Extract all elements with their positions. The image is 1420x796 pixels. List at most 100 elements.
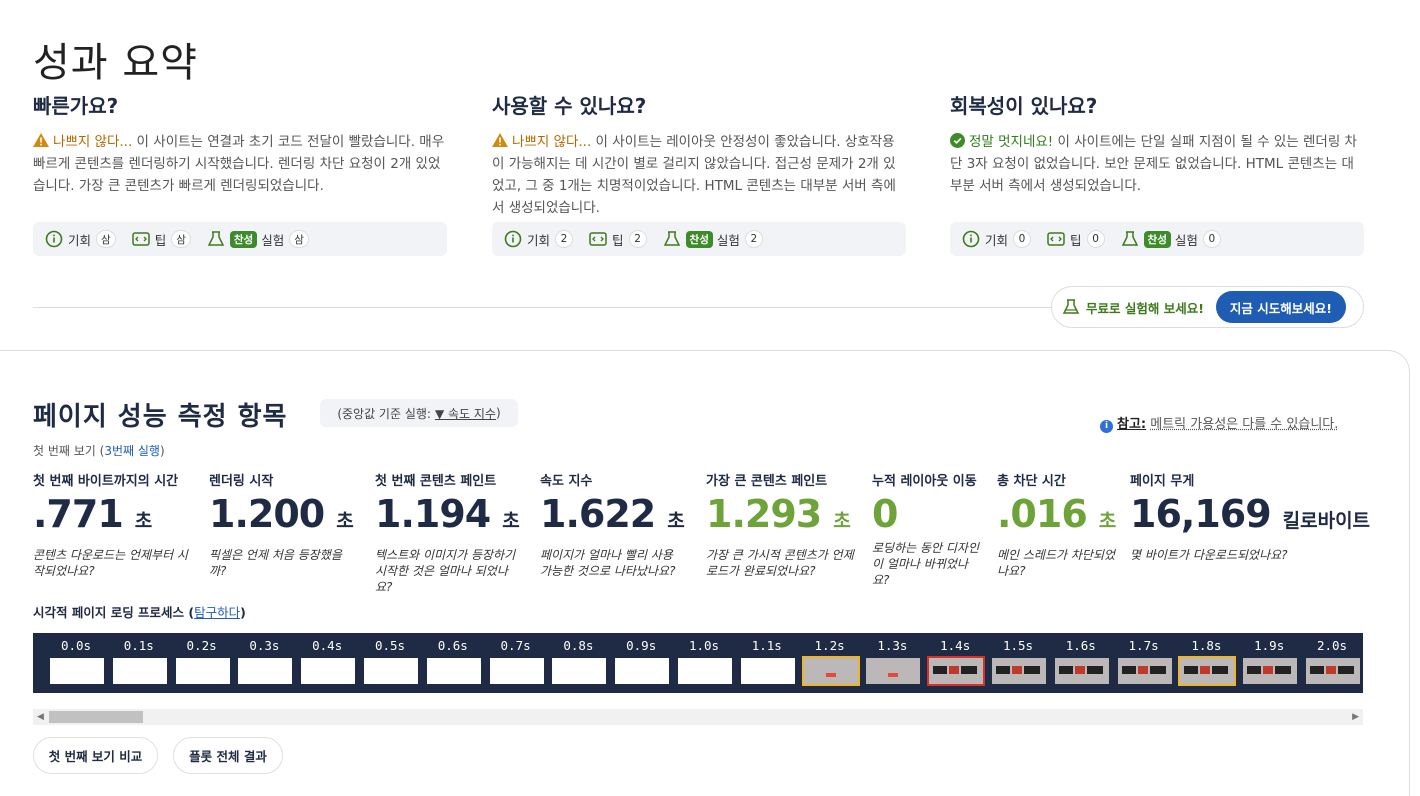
metric-value: 16,169 킬로바이트 — [1130, 492, 1370, 543]
frame-thumbnail[interactable] — [1054, 658, 1109, 684]
view-prefix: 첫 번째 보기 ( — [33, 444, 105, 458]
frame-thumbnail[interactable] — [552, 658, 607, 684]
metric-value: 0 — [872, 492, 982, 536]
filmstrip-frame[interactable]: 0.1s — [109, 633, 169, 693]
frame-thumbnail[interactable] — [301, 658, 356, 684]
median-prefix: (중앙값 기준 실행: — [337, 406, 431, 421]
frame-thumbnail[interactable] — [866, 658, 921, 684]
frame-thumbnail[interactable] — [1243, 658, 1298, 684]
frame-thumbnail[interactable] — [801, 656, 860, 686]
metric-unit: 초 — [336, 510, 354, 532]
summary-counts-bar[interactable]: 기회 0 팁 0 찬성 실험 0 — [950, 222, 1364, 256]
frame-thumbnail[interactable] — [489, 658, 544, 684]
tips-item[interactable]: 팁2 — [589, 230, 647, 249]
filmstrip-frame[interactable]: 0.4s — [297, 633, 357, 693]
frame-time: 1.2s — [814, 638, 845, 653]
summary-column: 회복성이 있나요? 정말 멋지네요! 이 사이트에는 단일 실패 지점이 될 수 … — [950, 90, 1364, 256]
filmstrip-frame[interactable]: 1.3s — [862, 633, 922, 693]
frame-thumbnail[interactable] — [1306, 658, 1360, 684]
filmstrip-frame[interactable]: 0.6s — [423, 633, 483, 693]
filmstrip-frame[interactable]: 0.8s — [548, 633, 608, 693]
filmstrip-frame[interactable]: 1.5s — [988, 633, 1048, 693]
experiments-item[interactable]: 찬성 실험 0 — [1121, 230, 1221, 249]
filmstrip-frame[interactable]: 2.0s — [1302, 633, 1362, 693]
tips-label: 팁 — [154, 232, 167, 248]
filmstrip-frame[interactable]: 0.5s — [360, 633, 420, 693]
metric-value: 1.194 초 — [375, 492, 525, 543]
explore-link[interactable]: 탐구하다 — [194, 605, 240, 620]
filmstrip-frame[interactable]: 1.7s — [1114, 633, 1174, 693]
note-label: 참고: — [1117, 417, 1147, 432]
frame-thumbnail[interactable] — [238, 658, 293, 684]
run-link[interactable]: 3번째 실행 — [104, 444, 160, 458]
summary-verdict: 정말 멋지네요! — [969, 134, 1054, 150]
frame-thumbnail[interactable] — [364, 658, 418, 684]
filmstrip-frame[interactable]: 1.2s — [800, 633, 860, 693]
scroll-thumb[interactable] — [49, 711, 143, 723]
metric-card: 누적 레이아웃 이동 0 로딩하는 동안 디자인이 얼마나 바뀌었나요? — [872, 470, 982, 588]
pro-badge: 찬성 — [1143, 230, 1171, 248]
experiments-item[interactable]: 찬성 실험 2 — [663, 230, 763, 249]
summary-counts-bar[interactable]: 기회 2 팁 2 찬성 실험 2 — [492, 222, 906, 256]
frame-thumbnail[interactable] — [175, 658, 230, 684]
tips-item[interactable]: 팁0 — [1047, 230, 1105, 249]
section-divider — [33, 307, 1053, 308]
metric-unit: 초 — [667, 510, 685, 532]
tips-label: 팁 — [1070, 232, 1082, 248]
frame-thumbnail[interactable] — [1117, 658, 1172, 684]
note-text[interactable]: 메트릭 가용성은 다를 수 있습니다. — [1150, 417, 1338, 432]
scroll-left-icon[interactable]: ◀ — [37, 712, 44, 722]
frame-thumbnail[interactable] — [740, 658, 795, 684]
filmstrip-frame[interactable]: 1.4s — [925, 633, 986, 693]
metric-unit: 초 — [134, 510, 153, 532]
opportunities-item[interactable]: 기회 삼 — [45, 230, 116, 249]
frame-thumbnail[interactable] — [426, 658, 481, 684]
metric-label: 렌더링 시작 — [209, 474, 274, 489]
filmstrip-frame[interactable]: 1.1s — [737, 633, 797, 693]
filmstrip-frame[interactable]: 0.0s — [46, 633, 106, 693]
summary-verdict: 나쁘지 않다... — [512, 134, 592, 150]
opportunities-label: 기회 — [527, 232, 551, 248]
frame-time: 1.6s — [1065, 638, 1096, 653]
frame-time: 1.1s — [751, 638, 782, 653]
filmstrip[interactable]: 0.0s 0.1s 0.2s 0.3s 0.4s 0.5s 0.6s 0.7s 0.8s 0.9s… — [33, 633, 1363, 693]
summary-text: 나쁘지 않다... 이 사이트는 레이아웃 안정성이 좋았습니다. 상호작용이 … — [492, 131, 906, 216]
filmstrip-frame[interactable]: 1.6s — [1051, 633, 1111, 693]
scroll-right-icon[interactable]: ▶ — [1352, 712, 1359, 722]
filmstrip-frame[interactable]: 1.8s — [1176, 633, 1237, 693]
filmstrip-scrollbar[interactable]: ◀ ▶ — [33, 709, 1363, 725]
summary-counts-bar[interactable]: 기회 삼 팁 삼 찬성 실험 삼 — [33, 222, 447, 256]
frame-time: 0.7s — [500, 638, 531, 653]
experiments-item[interactable]: 찬성 실험 삼 — [207, 230, 309, 249]
filmstrip-frame[interactable]: 1.9s — [1239, 633, 1299, 693]
frame-thumbnail[interactable] — [50, 658, 104, 684]
frame-thumbnail[interactable] — [1178, 656, 1237, 686]
plot-all-results-button[interactable]: 플롯 전체 결과 — [173, 737, 283, 774]
opportunities-item[interactable]: 기회 0 — [962, 230, 1032, 249]
frame-time: 0.4s — [312, 638, 343, 653]
filmstrip-title: 시각적 페이지 로딩 프로세스 (탐구하다) — [33, 602, 246, 621]
experiments-label: 실험 — [1174, 232, 1198, 248]
frame-thumbnail[interactable] — [992, 658, 1046, 684]
opportunities-item[interactable]: 기회 2 — [504, 230, 574, 249]
compare-first-view-button[interactable]: 첫 번째 보기 비교 — [33, 737, 158, 774]
frame-thumbnail[interactable] — [927, 656, 986, 686]
frame-time: 0.3s — [249, 638, 280, 653]
metric-number: 1.293 — [706, 492, 822, 536]
filmstrip-frame[interactable]: 0.3s — [234, 633, 294, 693]
median-run-link[interactable]: ▼ 속도 지수 — [435, 405, 496, 422]
metric-card: 첫 번째 바이트까지의 시간 .771 초 콘텐츠 다운로드는 언제부터 시작되었나요… — [33, 470, 193, 579]
tips-item[interactable]: 팁삼 — [131, 230, 191, 249]
frame-thumbnail[interactable] — [112, 658, 167, 684]
try-now-button[interactable]: 지금 시도해보세요! — [1215, 291, 1346, 323]
filmstrip-frame[interactable]: 0.9s — [611, 633, 671, 693]
metric-unit: 초 — [502, 510, 520, 532]
frame-thumbnail[interactable] — [678, 658, 732, 684]
filmstrip-frame[interactable]: 1.0s — [674, 633, 734, 693]
metric-card: 첫 번째 콘텐츠 페인트 1.194 초 텍스트와 이미지가 등장하기 시작한 것은 … — [375, 470, 525, 595]
filmstrip-frame[interactable]: 0.2s — [172, 633, 232, 693]
metric-value: .016 초 — [997, 492, 1117, 543]
filmstrip-frame[interactable]: 0.7s — [486, 633, 546, 693]
frame-thumbnail[interactable] — [615, 658, 670, 684]
frame-time: 2.0s — [1316, 638, 1348, 653]
